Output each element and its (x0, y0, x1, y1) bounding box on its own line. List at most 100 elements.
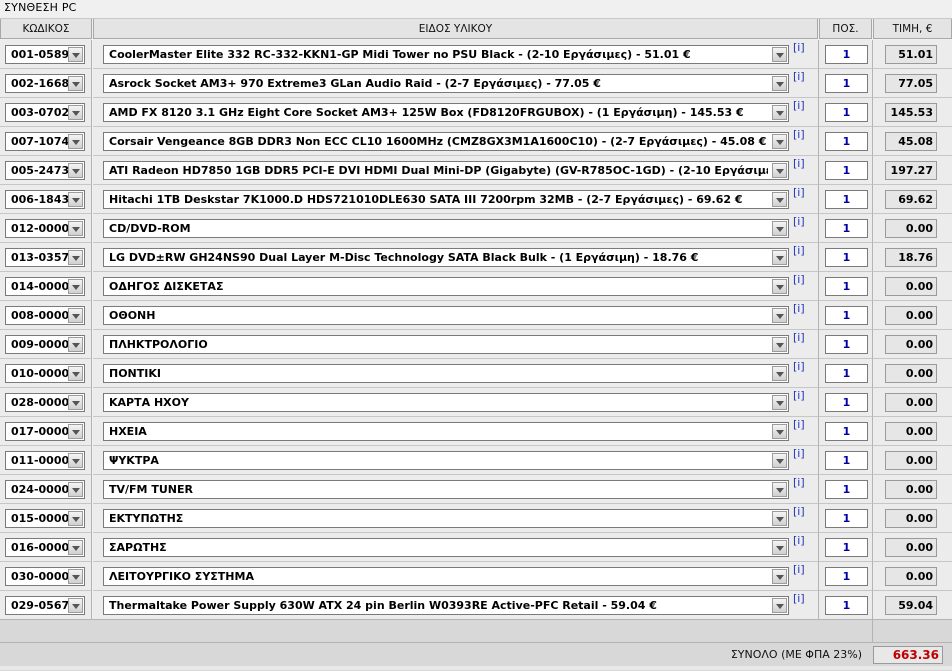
code-select[interactable]: 024-0000 (5, 480, 85, 499)
quantity-input[interactable]: 1 (825, 393, 868, 412)
code-select[interactable]: 005-2473 (5, 161, 85, 180)
item-select[interactable]: ΛΕΙΤΟΥΡΓΙΚΟ ΣΥΣΤΗΜΑ (103, 567, 789, 586)
code-select[interactable]: 001-0589 (5, 45, 85, 64)
info-link[interactable]: [i] (793, 418, 805, 431)
chevron-down-icon[interactable] (772, 279, 787, 294)
info-link[interactable]: [i] (793, 70, 805, 83)
code-select[interactable]: 016-0000 (5, 538, 85, 557)
item-select[interactable]: ΠΟΝΤΙΚΙ (103, 364, 789, 383)
code-select[interactable]: 012-0000 (5, 219, 85, 238)
quantity-input[interactable]: 1 (825, 567, 868, 586)
item-select[interactable]: ΣΑΡΩΤΗΣ (103, 538, 789, 557)
chevron-down-icon[interactable] (68, 540, 83, 555)
chevron-down-icon[interactable] (68, 76, 83, 91)
code-select[interactable]: 002-1668 (5, 74, 85, 93)
quantity-input[interactable]: 1 (825, 480, 868, 499)
quantity-input[interactable]: 1 (825, 277, 868, 296)
quantity-input[interactable]: 1 (825, 451, 868, 470)
chevron-down-icon[interactable] (68, 47, 83, 62)
quantity-input[interactable]: 1 (825, 422, 868, 441)
chevron-down-icon[interactable] (68, 482, 83, 497)
chevron-down-icon[interactable] (68, 366, 83, 381)
item-select[interactable]: ΚΑΡΤΑ ΗΧΟΥ (103, 393, 789, 412)
item-select[interactable]: ATI Radeon HD7850 1GB DDR5 PCI-E DVI HDM… (103, 161, 789, 180)
quantity-input[interactable]: 1 (825, 596, 868, 615)
code-select[interactable]: 006-1843 (5, 190, 85, 209)
chevron-down-icon[interactable] (772, 47, 787, 62)
chevron-down-icon[interactable] (772, 192, 787, 207)
chevron-down-icon[interactable] (772, 482, 787, 497)
chevron-down-icon[interactable] (772, 366, 787, 381)
item-select[interactable]: AMD FX 8120 3.1 GHz Eight Core Socket AM… (103, 103, 789, 122)
info-link[interactable]: [i] (793, 563, 805, 576)
item-select[interactable]: CD/DVD-ROM (103, 219, 789, 238)
quantity-input[interactable]: 1 (825, 132, 868, 151)
item-select[interactable]: Hitachi 1TB Deskstar 7K1000.D HDS721010D… (103, 190, 789, 209)
chevron-down-icon[interactable] (772, 76, 787, 91)
quantity-input[interactable]: 1 (825, 509, 868, 528)
quantity-input[interactable]: 1 (825, 74, 868, 93)
chevron-down-icon[interactable] (772, 395, 787, 410)
info-link[interactable]: [i] (793, 273, 805, 286)
chevron-down-icon[interactable] (68, 279, 83, 294)
chevron-down-icon[interactable] (68, 337, 83, 352)
quantity-input[interactable]: 1 (825, 306, 868, 325)
chevron-down-icon[interactable] (772, 250, 787, 265)
info-link[interactable]: [i] (793, 157, 805, 170)
code-select[interactable]: 013-0357 (5, 248, 85, 267)
chevron-down-icon[interactable] (68, 250, 83, 265)
item-select[interactable]: ΗΧΕΙΑ (103, 422, 789, 441)
item-select[interactable]: Thermaltake Power Supply 630W ATX 24 pin… (103, 596, 789, 615)
item-select[interactable]: ΟΘΟΝΗ (103, 306, 789, 325)
item-select[interactable]: LG DVD±RW GH24NS90 Dual Layer M-Disc Tec… (103, 248, 789, 267)
code-select[interactable]: 008-0000 (5, 306, 85, 325)
info-link[interactable]: [i] (793, 447, 805, 460)
quantity-input[interactable]: 1 (825, 538, 868, 557)
code-select[interactable]: 011-0000 (5, 451, 85, 470)
chevron-down-icon[interactable] (68, 511, 83, 526)
chevron-down-icon[interactable] (68, 221, 83, 236)
info-link[interactable]: [i] (793, 505, 805, 518)
chevron-down-icon[interactable] (772, 511, 787, 526)
chevron-down-icon[interactable] (68, 395, 83, 410)
chevron-down-icon[interactable] (772, 598, 787, 613)
info-link[interactable]: [i] (793, 99, 805, 112)
info-link[interactable]: [i] (793, 331, 805, 344)
chevron-down-icon[interactable] (68, 424, 83, 439)
chevron-down-icon[interactable] (68, 308, 83, 323)
code-select[interactable]: 010-0000 (5, 364, 85, 383)
quantity-input[interactable]: 1 (825, 161, 868, 180)
chevron-down-icon[interactable] (772, 453, 787, 468)
info-link[interactable]: [i] (793, 244, 805, 257)
quantity-input[interactable]: 1 (825, 103, 868, 122)
item-select[interactable]: Asrock Socket AM3+ 970 Extreme3 GLan Aud… (103, 74, 789, 93)
quantity-input[interactable]: 1 (825, 190, 868, 209)
chevron-down-icon[interactable] (68, 163, 83, 178)
item-select[interactable]: ΠΛΗΚΤΡΟΛΟΓΙΟ (103, 335, 789, 354)
chevron-down-icon[interactable] (68, 192, 83, 207)
chevron-down-icon[interactable] (772, 308, 787, 323)
item-select[interactable]: TV/FM TUNER (103, 480, 789, 499)
item-select[interactable]: ΨΥΚΤΡΑ (103, 451, 789, 470)
code-select[interactable]: 029-0567 (5, 596, 85, 615)
item-select[interactable]: ΟΔΗΓΟΣ ΔΙΣΚΕΤΑΣ (103, 277, 789, 296)
code-select[interactable]: 007-1074 (5, 132, 85, 151)
info-link[interactable]: [i] (793, 476, 805, 489)
chevron-down-icon[interactable] (68, 598, 83, 613)
info-link[interactable]: [i] (793, 215, 805, 228)
chevron-down-icon[interactable] (68, 569, 83, 584)
info-link[interactable]: [i] (793, 534, 805, 547)
code-select[interactable]: 030-0000 (5, 567, 85, 586)
chevron-down-icon[interactable] (772, 424, 787, 439)
quantity-input[interactable]: 1 (825, 248, 868, 267)
item-select[interactable]: ΕΚΤΥΠΩΤΗΣ (103, 509, 789, 528)
chevron-down-icon[interactable] (772, 337, 787, 352)
chevron-down-icon[interactable] (772, 105, 787, 120)
chevron-down-icon[interactable] (772, 221, 787, 236)
info-link[interactable]: [i] (793, 128, 805, 141)
chevron-down-icon[interactable] (772, 540, 787, 555)
quantity-input[interactable]: 1 (825, 364, 868, 383)
item-select[interactable]: Corsair Vengeance 8GB DDR3 Non ECC CL10 … (103, 132, 789, 151)
code-select[interactable]: 003-0702 (5, 103, 85, 122)
quantity-input[interactable]: 1 (825, 335, 868, 354)
